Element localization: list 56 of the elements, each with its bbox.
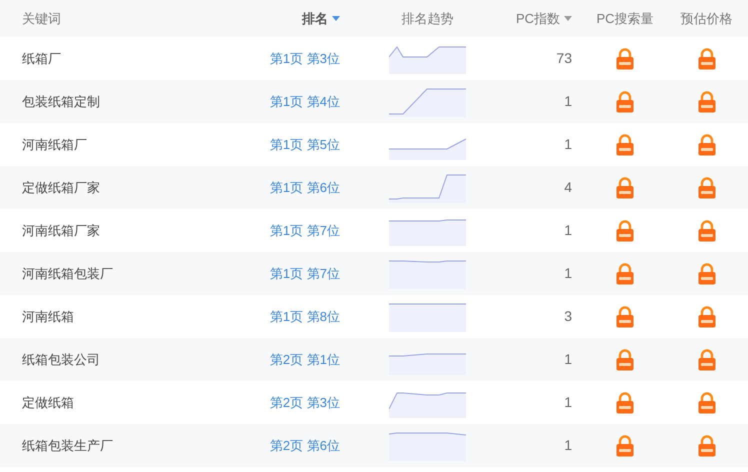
pc-index-value: 1 — [564, 93, 572, 109]
lock-icon — [698, 134, 716, 156]
lock-icon — [616, 48, 634, 70]
lock-icon — [698, 434, 716, 456]
lock-icon — [698, 220, 716, 242]
keyword-text: 纸箱包装公司 — [22, 352, 100, 367]
lock-icon — [616, 220, 634, 242]
column-header: 排名趋势 — [402, 10, 454, 28]
keyword-text: 定做纸箱 — [22, 394, 74, 410]
sort-header[interactable]: PC指数 — [516, 8, 572, 28]
lock-icon — [616, 90, 634, 112]
sort-header[interactable]: 排名 — [302, 8, 340, 28]
column-header: PC搜索量 — [596, 10, 654, 28]
column-header: 预估价格 — [680, 10, 732, 28]
keyword-text: 包装纸箱定制 — [22, 94, 100, 109]
pc-index-value: 3 — [564, 308, 572, 324]
lock-icon — [616, 262, 634, 284]
lock-icon — [616, 434, 634, 456]
keyword-text: 河南纸箱厂 — [22, 136, 87, 152]
rank-link[interactable]: 第1页 第4位 — [270, 94, 340, 109]
column-header: 关键词 — [22, 10, 61, 28]
pc-index-value: 1 — [564, 222, 572, 238]
lock-icon — [616, 134, 634, 156]
rank-link[interactable]: 第1页 第3位 — [270, 50, 340, 66]
rank-link[interactable]: 第2页 第3位 — [270, 394, 340, 410]
rank-link[interactable]: 第1页 第6位 — [270, 180, 340, 195]
pc-index-value: 1 — [564, 136, 572, 152]
pc-index-value: 4 — [564, 179, 572, 195]
keyword-text: 河南纸箱 — [22, 308, 74, 324]
lock-icon — [698, 90, 716, 112]
pc-index-value: 1 — [564, 437, 572, 453]
rank-link[interactable]: 第2页 第6位 — [270, 438, 340, 453]
pc-index-value: 1 — [564, 394, 572, 410]
lock-icon — [698, 262, 716, 284]
keyword-text: 河南纸箱厂家 — [22, 222, 100, 238]
lock-icon — [698, 176, 716, 198]
keyword-text: 定做纸箱厂家 — [22, 180, 100, 195]
lock-icon — [698, 48, 716, 70]
keyword-text: 纸箱包装生产厂 — [22, 438, 113, 453]
lock-icon — [616, 306, 634, 328]
lock-icon — [616, 348, 634, 370]
pc-index-value: 1 — [564, 351, 572, 367]
lock-icon — [698, 306, 716, 328]
rank-link[interactable]: 第1页 第5位 — [270, 136, 340, 152]
lock-icon — [698, 392, 716, 414]
keyword-text: 纸箱厂 — [22, 50, 61, 66]
keyword-text: 河南纸箱包装厂 — [22, 266, 113, 281]
lock-icon — [616, 176, 634, 198]
rank-link[interactable]: 第2页 第1位 — [270, 352, 340, 367]
rank-link[interactable]: 第1页 第7位 — [270, 266, 340, 281]
rank-link[interactable]: 第1页 第8位 — [270, 308, 340, 324]
pc-index-value: 1 — [564, 265, 572, 281]
lock-icon — [616, 392, 634, 414]
rank-link[interactable]: 第1页 第7位 — [270, 222, 340, 238]
pc-index-value: 73 — [556, 50, 572, 66]
lock-icon — [698, 348, 716, 370]
